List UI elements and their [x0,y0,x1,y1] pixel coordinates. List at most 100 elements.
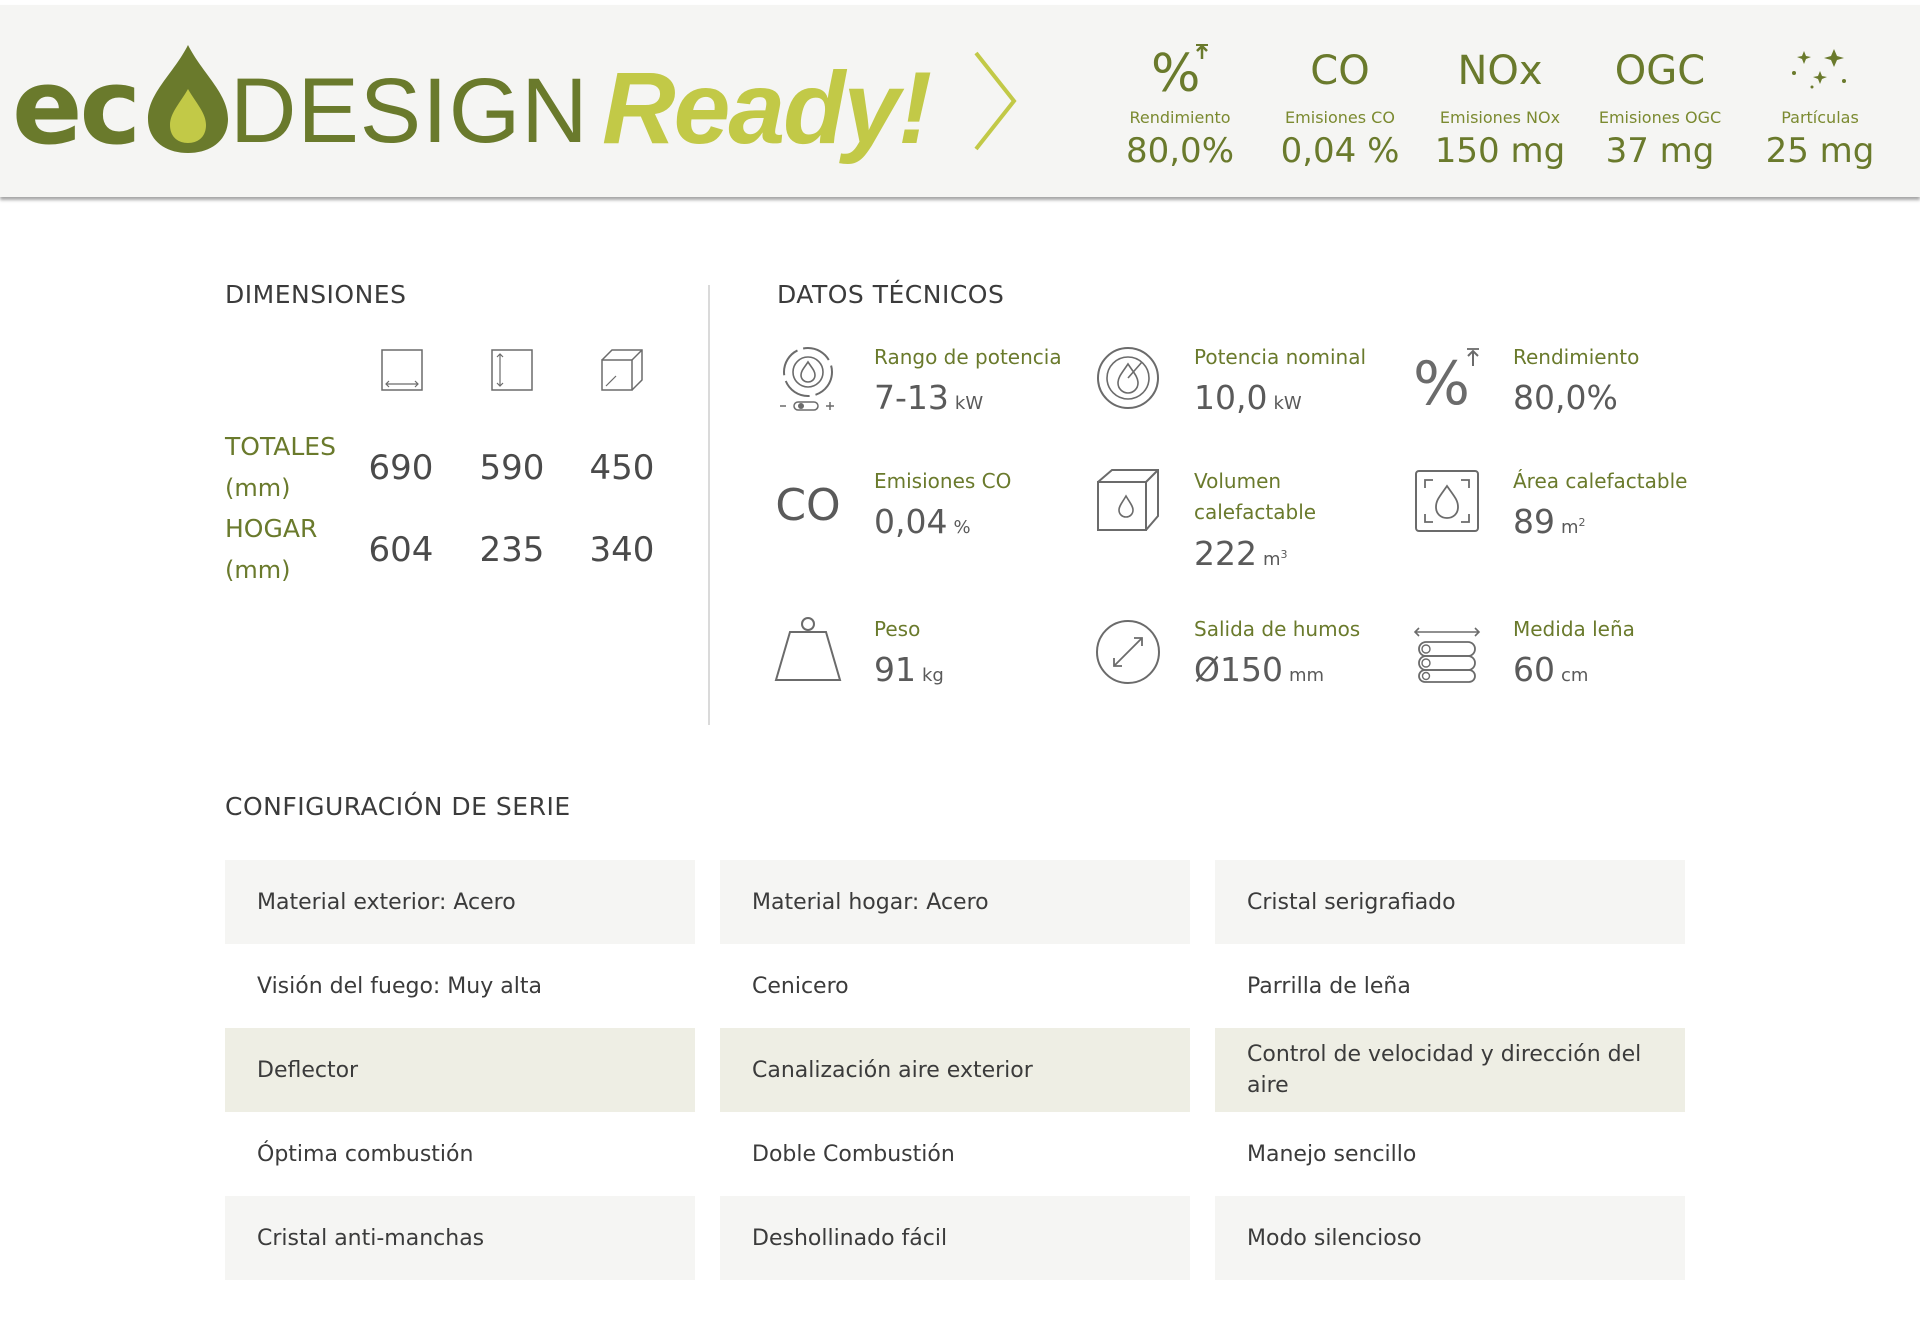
tech-label: Potencia nominal [1194,345,1367,369]
logo-ready-text: Ready! [602,51,932,165]
tech-title: DATOS TÉCNICOS [777,280,1005,309]
config-item: Material exterior: Acero [225,860,695,944]
tech-value-number: 222 [1194,534,1257,573]
config-item: Óptima combustión [225,1112,695,1196]
heatable-area-icon [1415,470,1479,532]
ecodesign-ready-logo: ec DESIGN Ready! [10,35,1020,165]
tech-value: 80,0% [1513,378,1618,417]
dim-row-unit: (mm) [225,474,291,502]
power-range-icon [780,347,834,411]
metric-efficiency: % Rendimiento 80,0% [1100,40,1260,180]
depth-icon [601,349,643,391]
tech-unit: mm [1288,665,1325,686]
tech-value: 0,04% [874,502,971,541]
chevron-right-icon [974,51,1017,151]
tech-value: 222 m3 [1194,534,1288,573]
tech-value-number: 89 [1513,502,1555,541]
tech-unit: m [1561,517,1579,538]
metric-particles: Partículas 25 mg [1740,40,1900,180]
tech-value-number: 80,0% [1513,378,1618,417]
metric-label: Emisiones NOx [1439,108,1561,127]
tech-label: Emisiones CO [874,469,1012,493]
tech-label: Peso [874,617,921,641]
dim-row-unit: (mm) [225,556,291,584]
tech-unit: kW [1273,393,1302,414]
tech-unit: m [1263,549,1281,570]
flue-outlet-icon [1096,620,1160,684]
tech-label: Área calefactable [1513,469,1688,493]
tech-value-number: 10,0 [1194,378,1268,417]
dim-value: 690 [368,448,434,488]
svg-text:%: % [1151,44,1200,99]
config-item: Material hogar: Acero [720,860,1190,944]
log-length-icon [1413,627,1481,683]
tech-value: 60 cm [1513,650,1588,689]
config-item: Doble Combustión [720,1112,1190,1196]
dim-row-label: HOGAR [225,514,318,543]
dim-row-label: TOTALES [225,432,336,461]
metric-label: Emisiones CO [1285,108,1395,127]
height-icon [491,349,533,391]
efficiency-percent-icon: % [1151,44,1208,99]
metric-symbol: OGC [1614,48,1706,94]
ecodesign-banner: ec DESIGN Ready! % Rendimiento 80,0% CO … [0,5,1920,197]
tech-unit: kg [922,665,944,686]
dim-value: 604 [368,530,434,570]
metric-co: CO Emisiones CO 0,04 % [1260,40,1420,180]
particles-stars-icon [1792,49,1846,89]
logo-design-text: DESIGN [230,60,589,162]
tech-unit: cm [1561,665,1589,686]
metric-symbol: NOx [1457,48,1543,94]
tech-value-number: Ø150 [1194,650,1283,689]
emission-metrics: % Rendimiento 80,0% CO Emisiones CO 0,04… [1100,40,1900,180]
weight-icon [774,617,842,681]
logo-eco-text: ec [12,46,141,168]
tech-unit: % [953,517,971,538]
config-title: CONFIGURACIÓN DE SERIE [225,792,571,821]
co-emissions-icon: CO [775,479,841,531]
tech-value-number: 0,04 [874,502,948,541]
tech-label: Rendimiento [1513,345,1640,369]
flame-drop-icon [148,45,228,153]
tech-value: 10,0 kW [1194,378,1302,417]
config-item: Cristal serigrafiado [1215,860,1685,944]
config-item: Canalización aire exterior [720,1028,1190,1112]
dimensions-title: DIMENSIONES [225,280,407,309]
metric-value: 150 mg [1434,131,1566,171]
width-icon [381,349,423,391]
heatable-volume-icon [1097,469,1159,531]
config-item: Deflector [225,1028,695,1112]
metric-value: 25 mg [1765,131,1875,171]
nominal-power-icon [1097,347,1159,409]
metric-value: 0,04 % [1280,131,1400,171]
section-divider [708,285,710,725]
tech-value-number: 7-13 [874,378,949,417]
config-item: Cenicero [720,944,1190,1028]
config-item: Control de velocidad y dirección del air… [1215,1028,1685,1112]
config-item: Parrilla de leña [1215,944,1685,1028]
metric-label: Emisiones OGC [1598,108,1722,127]
config-item: Deshollinado fácil [720,1196,1190,1280]
metric-ogc: OGC Emisiones OGC 37 mg [1580,40,1740,180]
tech-label: Rango de potencia [874,345,1062,369]
dim-value: 450 [589,448,655,488]
tech-unit-superscript: 2 [1578,516,1586,529]
tech-value: 7-13 kW [874,378,983,417]
tech-value: Ø150 mm [1194,650,1324,689]
tech-value-number: 60 [1513,650,1555,689]
metric-label: Rendimiento [1129,108,1231,127]
metric-value: 37 mg [1605,131,1715,171]
metric-label: Partículas [1781,108,1859,127]
config-item: Visión del fuego: Muy alta [225,944,695,1028]
tech-unit-superscript: 3 [1280,548,1288,561]
tech-value-number: 91 [874,650,916,689]
tech-value: 91 kg [874,650,944,689]
config-item: Modo silencioso [1215,1196,1685,1280]
tech-label: Medida leña [1513,617,1635,641]
tech-label: Volumen calefactable [1194,469,1317,524]
config-item: Cristal anti-manchas [225,1196,695,1280]
svg-text:%: % [1413,349,1470,412]
metric-value: 80,0% [1125,131,1234,171]
dim-value: 235 [479,530,545,570]
tech-value: 89 m2 [1513,502,1586,541]
